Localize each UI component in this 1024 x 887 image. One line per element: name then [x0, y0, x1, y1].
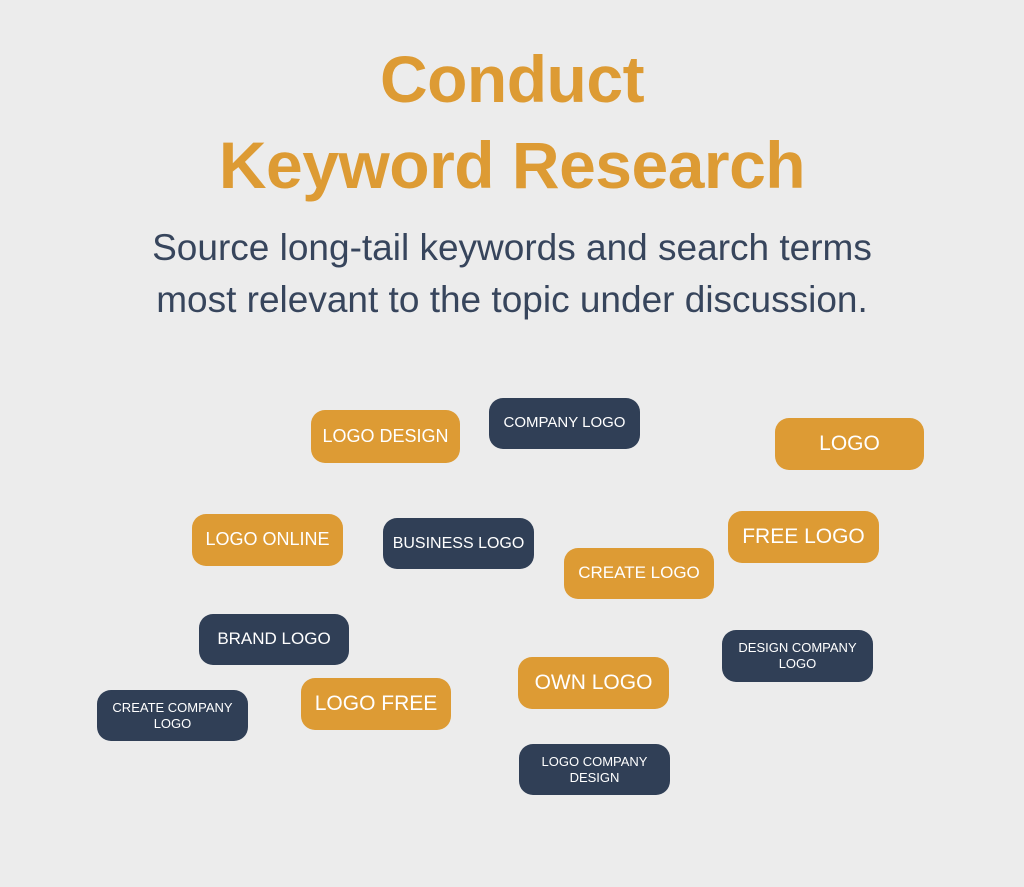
keyword-cloud: LOGO DESIGN COMPANY LOGO LOGO LOGO ONLINE BU…	[0, 0, 1024, 887]
keyword-pill[interactable]: COMPANY LOGO	[489, 398, 640, 449]
keyword-pill[interactable]: BRAND LOGO	[199, 614, 349, 665]
keyword-pill[interactable]: BUSINESS LOGO	[383, 518, 534, 569]
keyword-pill[interactable]: CREATE COMPANY LOGO	[97, 690, 248, 741]
keyword-pill[interactable]: DESIGN COMPANY LOGO	[722, 630, 873, 682]
keyword-pill[interactable]: LOGO DESIGN	[311, 410, 460, 463]
keyword-pill[interactable]: OWN LOGO	[518, 657, 669, 709]
keyword-pill[interactable]: CREATE LOGO	[564, 548, 714, 599]
slide-canvas: Conduct Keyword Research Source long-tai…	[0, 0, 1024, 887]
keyword-pill[interactable]: LOGO COMPANY DESIGN	[519, 744, 670, 795]
keyword-pill[interactable]: LOGO FREE	[301, 678, 451, 730]
keyword-pill[interactable]: FREE LOGO	[728, 511, 879, 563]
keyword-pill[interactable]: LOGO ONLINE	[192, 514, 343, 566]
keyword-pill[interactable]: LOGO	[775, 418, 924, 470]
